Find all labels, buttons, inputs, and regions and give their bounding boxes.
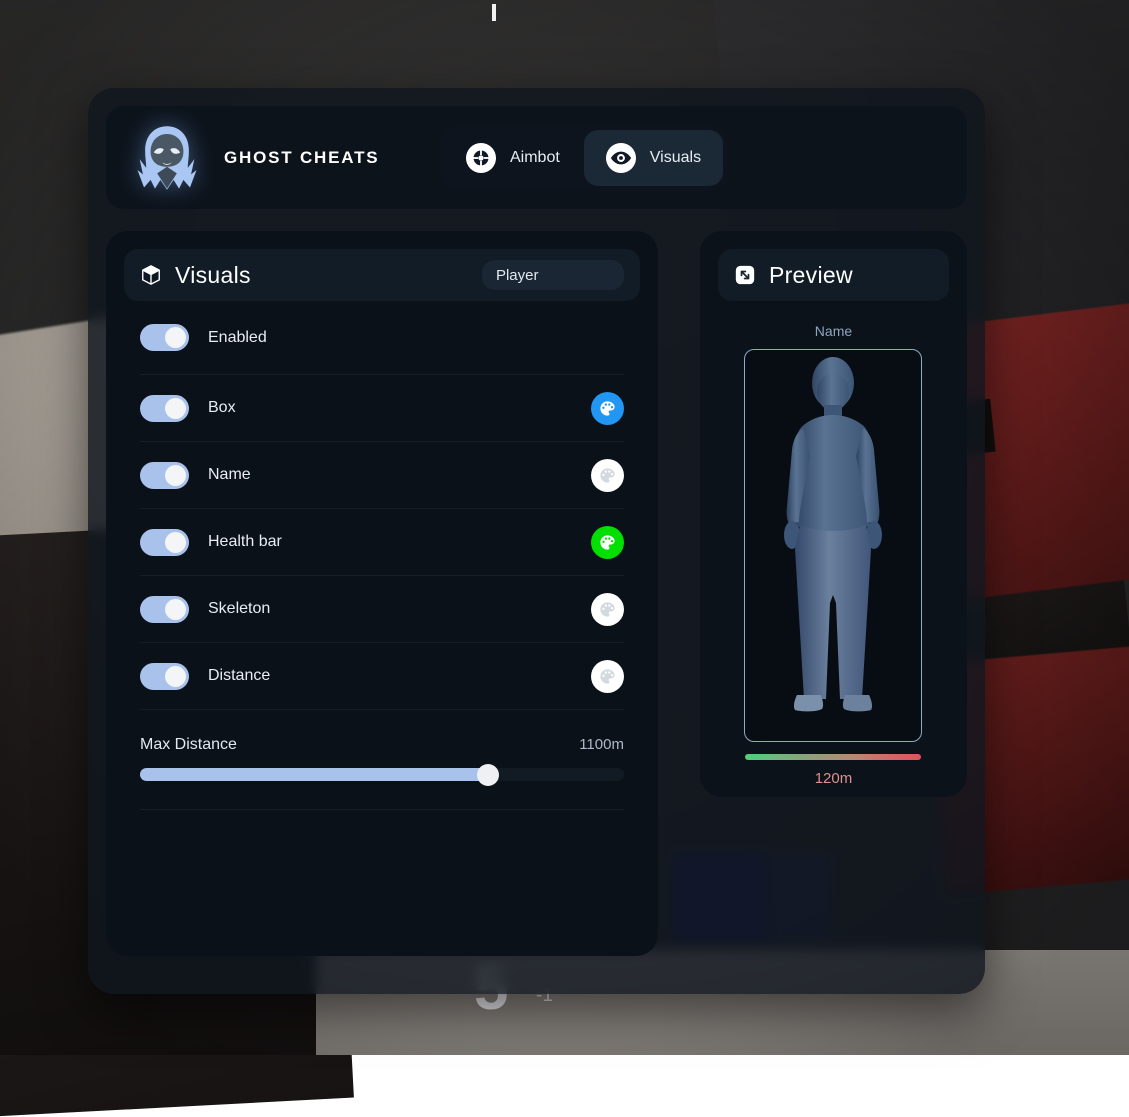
toggle-health-bar[interactable] — [140, 529, 189, 556]
color-swatch-skeleton[interactable] — [591, 593, 624, 626]
row-distance: Distance — [140, 643, 624, 710]
box-package-icon — [140, 264, 162, 286]
slider-handle[interactable] — [477, 764, 499, 786]
toggle-distance[interactable] — [140, 663, 189, 690]
game-crosshair — [492, 4, 496, 21]
row-health-bar-label: Health bar — [208, 533, 282, 551]
crosshair-icon — [466, 143, 496, 173]
tab-aimbot-label: Aimbot — [510, 149, 560, 167]
preview-distance-label: 120m — [718, 770, 949, 787]
row-distance-label: Distance — [208, 667, 270, 685]
preview-card: Preview Name — [700, 231, 967, 797]
max-distance-label: Max Distance — [140, 736, 237, 754]
row-health-bar: Health bar — [140, 509, 624, 576]
visuals-panel-header: Visuals Player — [124, 249, 640, 301]
target-type-chip[interactable]: Player — [482, 260, 624, 290]
overlay-body: Visuals Player Enabled Box — [106, 231, 967, 956]
row-box: Box — [140, 375, 624, 442]
row-name-label: Name — [208, 466, 251, 484]
brand: GHOST CHEATS — [128, 119, 440, 197]
eye-icon — [606, 143, 636, 173]
toggle-name[interactable] — [140, 462, 189, 489]
row-box-label: Box — [208, 399, 236, 417]
max-distance-header: Max Distance 1100m — [140, 736, 624, 754]
max-distance-slider[interactable] — [140, 768, 624, 781]
overlay-header: GHOST CHEATS Aimbot — [106, 106, 967, 209]
row-skeleton-label: Skeleton — [208, 600, 270, 618]
preview-panel-title: Preview — [769, 262, 853, 289]
shrink-arrows-icon — [734, 264, 756, 286]
color-swatch-health-bar[interactable] — [591, 526, 624, 559]
color-swatch-box[interactable] — [591, 392, 624, 425]
color-swatch-distance[interactable] — [591, 660, 624, 693]
tab-visuals-label: Visuals — [650, 149, 701, 167]
preview-panel-header: Preview — [718, 249, 949, 301]
visuals-panel-title: Visuals — [175, 262, 251, 289]
cheat-overlay-window: GHOST CHEATS Aimbot — [88, 88, 985, 994]
color-swatch-name[interactable] — [591, 459, 624, 492]
max-distance-value: 1100m — [579, 736, 624, 753]
visuals-toggle-rows: Enabled Box Name — [124, 301, 640, 710]
preview-health-bar — [745, 754, 921, 760]
esp-preview-box — [744, 349, 922, 742]
ghost-reaper-icon — [128, 119, 206, 197]
preview-name-label: Name — [718, 323, 949, 339]
tab-aimbot[interactable]: Aimbot — [444, 130, 582, 186]
max-distance-slider-block: Max Distance 1100m — [124, 710, 640, 810]
slider-fill — [140, 768, 488, 781]
row-enabled-label: Enabled — [208, 329, 267, 347]
toggle-skeleton[interactable] — [140, 596, 189, 623]
row-skeleton: Skeleton — [140, 576, 624, 643]
tab-bar: Aimbot Visuals — [440, 126, 727, 190]
slider-divider — [140, 809, 624, 810]
player-model — [745, 350, 921, 741]
toggle-enabled[interactable] — [140, 324, 189, 351]
toggle-box[interactable] — [140, 395, 189, 422]
row-name: Name — [140, 442, 624, 509]
tab-visuals[interactable]: Visuals — [584, 130, 723, 186]
row-enabled: Enabled — [140, 301, 624, 375]
brand-title: GHOST CHEATS — [224, 148, 379, 168]
visuals-card: Visuals Player Enabled Box — [106, 231, 658, 956]
